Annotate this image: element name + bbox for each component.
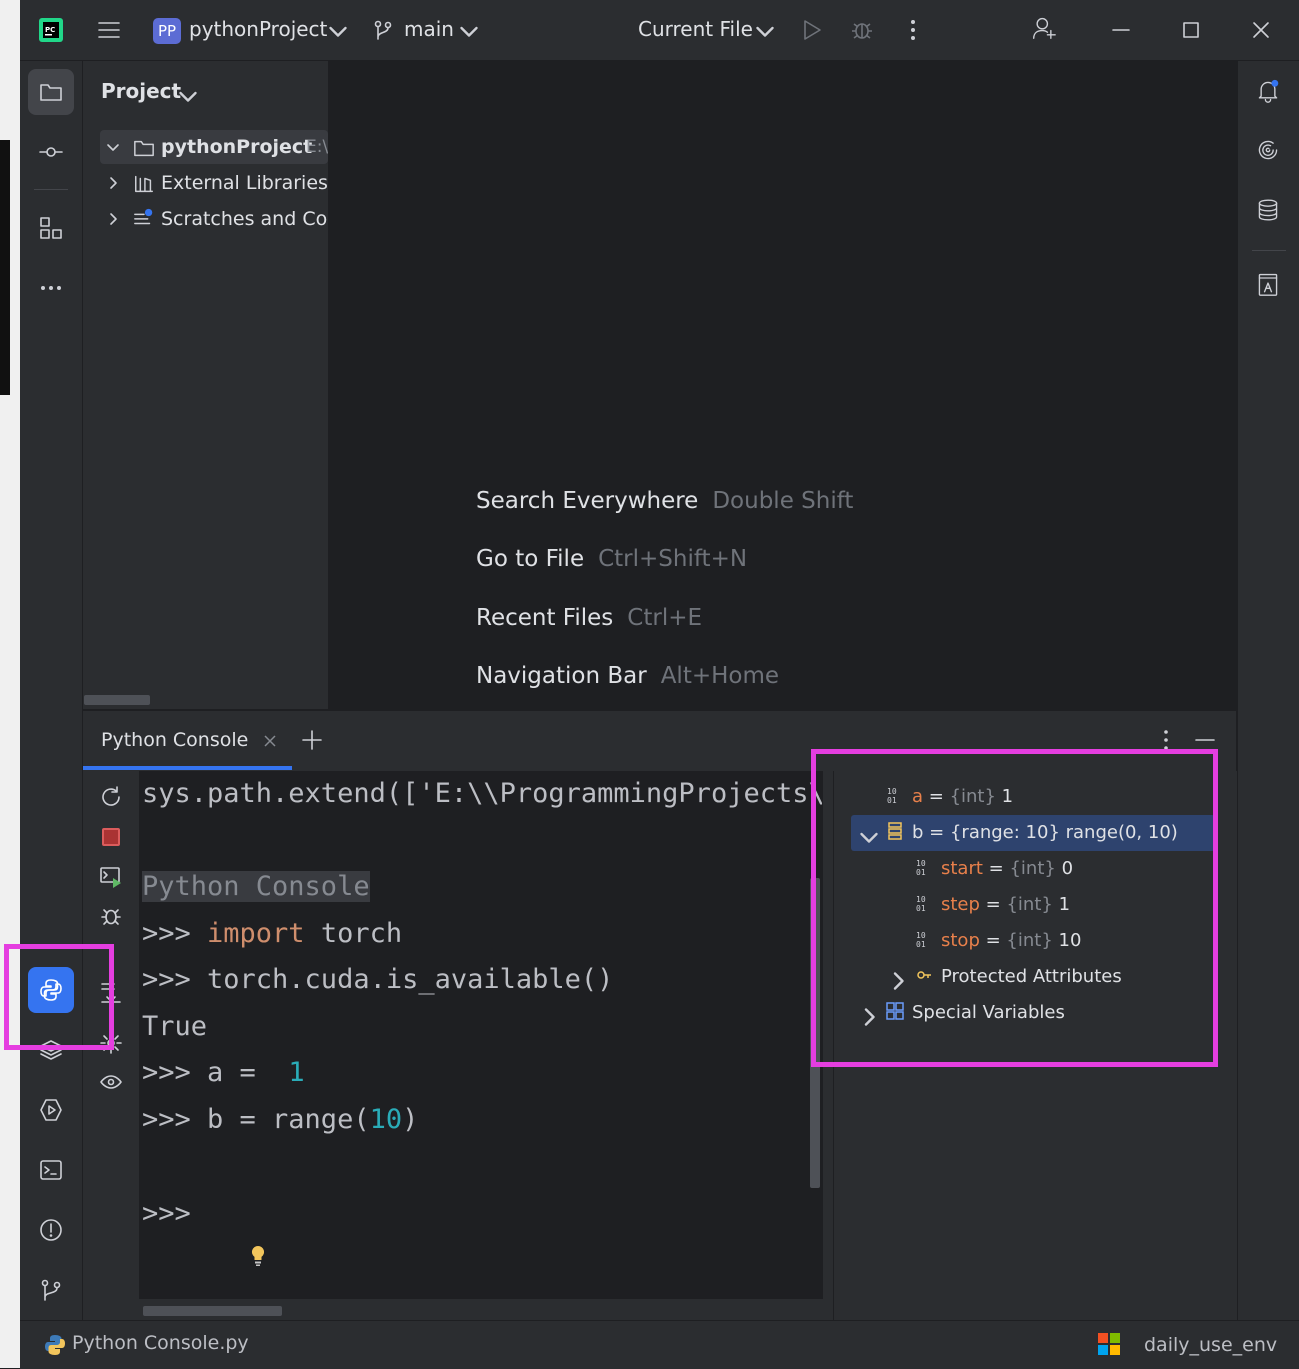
more-actions-icon[interactable] — [901, 18, 925, 42]
windows-logo-icon — [1098, 1333, 1120, 1355]
show-variables-icon[interactable] — [99, 1070, 123, 1094]
title-bar: PC PP pythonProject main Current File — [20, 0, 1299, 61]
main-menu-icon[interactable] — [97, 18, 121, 42]
console-line: >>> b = range(10) — [142, 1104, 419, 1135]
lightbulb-icon[interactable] — [246, 1244, 270, 1268]
folder-icon — [133, 137, 155, 159]
run-config-selector[interactable]: Current File — [638, 17, 753, 41]
minimize-icon[interactable] — [1109, 18, 1133, 42]
chevron-down-icon[interactable] — [105, 139, 121, 155]
branch-icon[interactable] — [372, 19, 396, 43]
maximize-icon[interactable] — [1179, 18, 1203, 42]
rerun-icon[interactable] — [99, 785, 123, 809]
hint-search-everywhere: Search Everywhere Double Shift — [476, 488, 854, 514]
editor-area — [329, 61, 1236, 709]
tree-item-path: E:\ — [306, 137, 328, 157]
new-console-icon[interactable] — [300, 728, 324, 752]
console-line: True — [142, 1011, 208, 1042]
tab-label: Python Console — [101, 729, 249, 751]
tree-item-external-libraries[interactable]: External Libraries — [100, 166, 328, 200]
project-name[interactable]: pythonProject — [189, 17, 327, 41]
tab-active-underline — [83, 766, 292, 770]
svg-text:PC: PC — [45, 26, 55, 34]
notifications-icon[interactable] — [1256, 79, 1284, 107]
console-prompt[interactable]: >>> — [142, 1198, 191, 1229]
stop-icon[interactable] — [102, 828, 120, 846]
project-panel-scrollbar[interactable] — [84, 695, 150, 705]
tab-close-icon[interactable] — [263, 734, 277, 748]
highlight-box-variables — [811, 749, 1218, 1067]
scratches-icon — [133, 207, 155, 229]
attach-debugger-icon[interactable] — [99, 904, 123, 928]
database-icon[interactable] — [1256, 198, 1284, 226]
tree-item-label: Scratches and Cor — [161, 208, 328, 230]
console-h-scrollbar[interactable] — [143, 1306, 282, 1316]
commit-icon[interactable] — [39, 140, 63, 164]
project-tool-button[interactable] — [28, 69, 74, 115]
status-file-name[interactable]: Python Console.py — [72, 1332, 249, 1354]
ai-assistant-icon[interactable] — [1256, 138, 1284, 166]
add-user-icon[interactable] — [1032, 16, 1060, 44]
run-icon[interactable] — [800, 18, 824, 42]
tab-python-console[interactable]: Python Console — [83, 712, 292, 770]
problems-icon[interactable] — [39, 1218, 63, 1242]
services-icon[interactable] — [39, 1098, 63, 1122]
right-toolbar — [1237, 61, 1299, 1320]
branch-name[interactable]: main — [404, 17, 454, 41]
tree-item-pythonproject[interactable]: pythonProject E:\ — [100, 130, 328, 164]
hint-navigation-bar: Navigation Bar Alt+Home — [476, 663, 780, 689]
console-line: >>> torch.cuda.is_available() — [142, 964, 614, 995]
chevron-down-icon[interactable] — [753, 19, 774, 37]
left-toolbar — [20, 61, 83, 1320]
tree-item-scratches[interactable]: Scratches and Cor — [100, 202, 328, 236]
run-selection-icon[interactable] — [99, 865, 123, 889]
library-icon — [133, 173, 155, 195]
project-panel-title[interactable]: Project — [101, 79, 181, 103]
chevron-down-icon[interactable] — [457, 19, 478, 37]
terminal-icon[interactable] — [39, 1158, 63, 1182]
debug-icon[interactable] — [850, 18, 874, 42]
git-icon[interactable] — [39, 1278, 63, 1302]
structure-icon[interactable] — [39, 216, 63, 240]
pycharm-logo-icon[interactable]: PC — [38, 17, 64, 43]
chevron-right-icon[interactable] — [105, 175, 121, 191]
chevron-down-icon[interactable] — [176, 84, 197, 102]
console-line: sys.path.extend(['E:\\ProgrammingProject… — [142, 778, 822, 809]
console-line: >>> a = 1 — [142, 1057, 305, 1088]
chevron-down-icon[interactable] — [326, 19, 347, 37]
status-bar: Python Console.py daily_use_env — [20, 1320, 1299, 1369]
highlight-box-console-button — [4, 944, 114, 1050]
python-file-icon — [43, 1333, 67, 1357]
project-badge[interactable]: PP — [153, 18, 181, 44]
folder-icon — [39, 80, 63, 104]
tree-item-label: pythonProject — [161, 136, 313, 158]
left-edge-dark — [0, 140, 10, 395]
close-icon[interactable] — [1249, 18, 1273, 42]
toolbar-divider — [34, 189, 68, 190]
toolbar-divider — [1252, 250, 1286, 251]
hint-recent-files: Recent Files Ctrl+E — [476, 605, 703, 631]
hint-go-to-file: Go to File Ctrl+Shift+N — [476, 546, 748, 572]
status-interpreter[interactable]: daily_use_env — [1144, 1334, 1277, 1356]
tree-item-label: External Libraries — [161, 172, 328, 194]
chevron-right-icon[interactable] — [105, 211, 121, 227]
scientific-mode-icon[interactable] — [1256, 272, 1284, 300]
console-line: >>> import torch — [142, 918, 403, 949]
console-output[interactable] — [139, 771, 823, 1299]
console-banner: Python Console — [142, 871, 370, 902]
more-tools-icon[interactable] — [39, 276, 63, 300]
